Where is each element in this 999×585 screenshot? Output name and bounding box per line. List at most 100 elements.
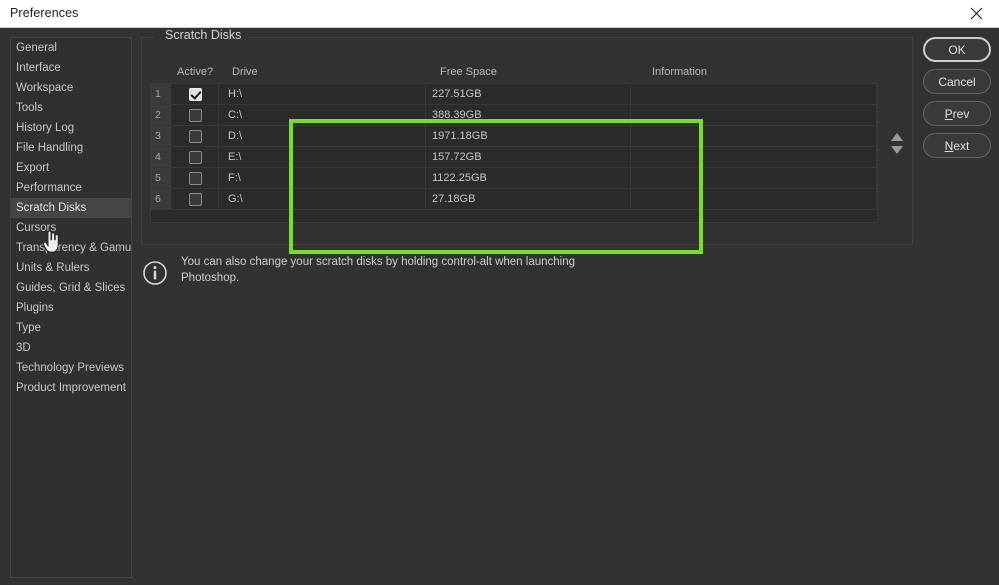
next-button[interactable]: Next [923, 133, 991, 158]
information-cell [631, 126, 877, 146]
arrow-down-icon[interactable] [891, 146, 903, 154]
free-space-cell: 1122.25GB [426, 168, 631, 188]
free-space-cell: 27.18GB [426, 189, 631, 209]
free-space-cell: 1971.18GB [426, 126, 631, 146]
column-header-active: Active? [177, 66, 214, 78]
scratch-disks-table[interactable]: 1 H:\ 227.51GB 2 C:\ 388.39GB 3 D:\ 1971… [150, 83, 878, 223]
sidebar-item-units-rulers[interactable]: Units & Rulers [11, 258, 131, 278]
sidebar-item-label: Technology Previews [16, 362, 125, 374]
preferences-dialog-body: General Interface Workspace Tools Histor… [0, 28, 999, 585]
sidebar-item-tools[interactable]: Tools [11, 98, 131, 118]
information-cell [631, 168, 877, 188]
info-icon [143, 261, 167, 285]
free-space-cell: 157.72GB [426, 147, 631, 167]
sidebar-item-transparency-gamut[interactable]: Transparency & Gamut [11, 238, 131, 258]
prev-button-accel: Prev [945, 107, 970, 121]
sidebar-item-label: General [16, 42, 57, 54]
sidebar-item-label: File Handling [16, 142, 84, 154]
sidebar-item-3d[interactable]: 3D [11, 338, 131, 358]
next-rest-letters: ext [953, 138, 970, 153]
sidebar-item-label: Workspace [16, 82, 74, 94]
table-row[interactable]: 6 G:\ 27.18GB [151, 189, 877, 210]
cancel-button-label: Cancel [938, 74, 976, 89]
sidebar-item-label: Product Improvement [16, 382, 126, 394]
free-space-cell: 227.51GB [426, 84, 631, 104]
ok-button[interactable]: OK [923, 37, 991, 62]
close-icon [970, 7, 982, 20]
prev-button[interactable]: Prev [923, 101, 991, 126]
sidebar-item-export[interactable]: Export [11, 158, 131, 178]
sidebar-item-history-log[interactable]: History Log [11, 118, 131, 138]
active-checkbox[interactable] [188, 150, 202, 164]
close-button[interactable] [953, 0, 999, 27]
groupbox-rule-left [142, 37, 154, 38]
table-row[interactable]: 3 D:\ 1971.18GB [151, 126, 877, 147]
sidebar-item-label: Units & Rulers [16, 262, 90, 274]
active-checkbox[interactable] [188, 171, 202, 185]
sidebar-item-label: Transparency & Gamut [16, 242, 132, 254]
active-checkbox-cell[interactable] [172, 105, 219, 125]
active-checkbox-cell[interactable] [172, 189, 219, 209]
information-cell [631, 105, 877, 125]
sidebar-item-guides-grid-slices[interactable]: Guides, Grid & Slices [11, 278, 131, 298]
drive-cell: D:\ [219, 126, 426, 146]
table-row[interactable]: 4 E:\ 157.72GB [151, 147, 877, 168]
row-number: 3 [151, 126, 172, 146]
free-space-cell: 388.39GB [426, 105, 631, 125]
row-number: 6 [151, 189, 172, 209]
sidebar-item-technology-previews[interactable]: Technology Previews [11, 358, 131, 378]
sidebar-item-label: Guides, Grid & Slices [16, 282, 126, 294]
preferences-category-list[interactable]: General Interface Workspace Tools Histor… [10, 37, 132, 578]
table-row[interactable]: 2 C:\ 388.39GB [151, 105, 877, 126]
window-titlebar: Preferences [0, 0, 999, 28]
active-checkbox-cell[interactable] [172, 126, 219, 146]
information-cell [631, 147, 877, 167]
sidebar-item-label: Type [16, 322, 41, 334]
window-title: Preferences [10, 6, 79, 20]
sidebar-item-label: Export [16, 162, 50, 174]
groupbox-rule-right [243, 37, 914, 38]
prev-rest-letters: rev [952, 106, 970, 121]
active-checkbox-cell[interactable] [172, 147, 219, 167]
prev-accel-letter: P [944, 106, 953, 121]
active-checkbox[interactable] [188, 129, 202, 143]
scratch-disks-note: You can also change your scratch disks b… [141, 254, 641, 286]
scratch-disks-groupbox: Scratch Disks Active? Drive Free Space I… [141, 28, 914, 245]
scratch-disks-panel: Scratch Disks Active? Drive Free Space I… [141, 28, 914, 578]
active-checkbox[interactable] [188, 87, 202, 101]
column-header-drive: Drive [232, 66, 258, 78]
table-row[interactable]: 5 F:\ 1122.25GB [151, 168, 877, 189]
active-checkbox-cell[interactable] [172, 84, 219, 104]
sidebar-item-performance[interactable]: Performance [11, 178, 131, 198]
table-row[interactable]: 1 H:\ 227.51GB [151, 84, 877, 105]
sidebar-item-interface[interactable]: Interface [11, 58, 131, 78]
drive-cell: F:\ [219, 168, 426, 188]
sidebar-item-type[interactable]: Type [11, 318, 131, 338]
active-checkbox-cell[interactable] [172, 168, 219, 188]
sidebar-item-product-improvement[interactable]: Product Improvement [11, 378, 131, 398]
sidebar-item-label: 3D [16, 342, 31, 354]
scratch-disks-group-title: Scratch Disks [160, 28, 247, 42]
reorder-arrows[interactable] [887, 133, 907, 154]
column-header-free-space: Free Space [440, 66, 497, 78]
sidebar-item-plugins[interactable]: Plugins [11, 298, 131, 318]
drive-cell: E:\ [219, 147, 426, 167]
sidebar-item-workspace[interactable]: Workspace [11, 78, 131, 98]
cancel-button[interactable]: Cancel [923, 69, 991, 94]
row-number: 4 [151, 147, 172, 167]
information-cell [631, 84, 877, 104]
row-number: 1 [151, 84, 172, 104]
active-checkbox[interactable] [188, 108, 202, 122]
column-header-information: Information [652, 66, 708, 78]
active-checkbox[interactable] [188, 192, 202, 206]
dialog-buttons: OK Cancel Prev Next [923, 37, 991, 165]
sidebar-item-cursors[interactable]: Cursors [11, 218, 131, 238]
information-cell [631, 189, 877, 209]
row-number: 2 [151, 105, 172, 125]
sidebar-item-label: History Log [16, 122, 75, 134]
sidebar-item-file-handling[interactable]: File Handling [11, 138, 131, 158]
drive-cell: C:\ [219, 105, 426, 125]
sidebar-item-scratch-disks[interactable]: Scratch Disks [11, 198, 131, 218]
sidebar-item-general[interactable]: General [11, 38, 131, 58]
arrow-up-icon[interactable] [891, 133, 903, 141]
